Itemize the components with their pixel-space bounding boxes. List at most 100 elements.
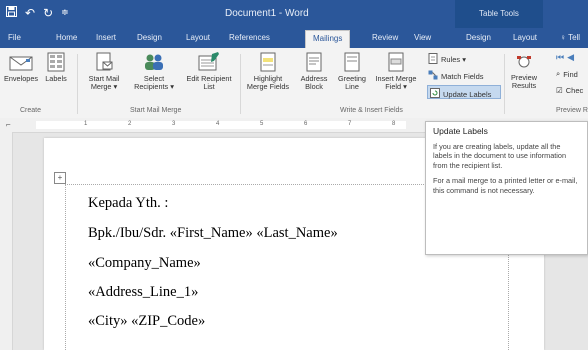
document-line[interactable]: «Company_Name» bbox=[88, 255, 201, 272]
ruler-tick-label: 1 bbox=[84, 121, 88, 127]
address-block-button[interactable]: Address Block bbox=[297, 52, 331, 91]
tab-layout[interactable]: Layout bbox=[186, 33, 210, 42]
tab-review[interactable]: Review bbox=[372, 33, 398, 42]
recipients-icon bbox=[143, 52, 165, 72]
document-line[interactable]: «City» «ZIP_Code» bbox=[88, 313, 205, 330]
tab-mailings[interactable]: Mailings bbox=[305, 30, 351, 48]
lightbulb-icon: ♀ bbox=[560, 33, 566, 42]
first-record-button[interactable]: ⏮ ◀ bbox=[556, 52, 574, 63]
preview-results-button[interactable]: Preview Results bbox=[506, 53, 542, 90]
ruler-tick-label: 5 bbox=[260, 121, 264, 127]
vertical-ruler[interactable] bbox=[0, 132, 13, 350]
greeting-line-icon bbox=[343, 52, 361, 72]
find-label: Find bbox=[563, 69, 578, 79]
edit-list-icon bbox=[198, 52, 220, 72]
document-line[interactable]: Bpk./Ibu/Sdr. «First_Name» «Last_Name» bbox=[88, 225, 338, 242]
group-separator bbox=[240, 54, 241, 114]
match-fields-icon bbox=[428, 70, 438, 82]
ruler-tick-label: 8 bbox=[392, 121, 396, 127]
edit-recipient-list-label: Edit Recipient List bbox=[186, 74, 232, 91]
tab-table-layout[interactable]: Layout bbox=[513, 33, 537, 42]
check-errors-button[interactable]: ☑ Chec bbox=[556, 86, 583, 95]
undo-icon[interactable]: ↶ bbox=[25, 6, 35, 20]
address-block-icon bbox=[305, 52, 323, 72]
check-label: Chec bbox=[565, 86, 584, 95]
match-fields-label: Match Fields bbox=[441, 71, 484, 81]
save-icon[interactable] bbox=[6, 5, 17, 20]
labels-icon bbox=[46, 52, 66, 72]
address-block-label: Address Block bbox=[300, 74, 328, 91]
mail-merge-icon bbox=[94, 52, 114, 72]
insert-merge-field-label: Insert Merge Field ▾ bbox=[375, 74, 417, 91]
insert-field-icon bbox=[387, 52, 405, 72]
insert-merge-field-button[interactable]: Insert Merge Field ▾ bbox=[371, 52, 421, 91]
write-insert-group-label: Write & Insert Fields bbox=[340, 107, 403, 114]
select-recipients-button[interactable]: Select Recipients ▾ bbox=[128, 52, 180, 91]
ruler-tick-label: 3 bbox=[172, 121, 176, 127]
tab-file[interactable]: File bbox=[8, 33, 21, 42]
table-tools-context: Table Tools bbox=[455, 0, 543, 28]
rules-button[interactable]: Rules ▾ bbox=[428, 53, 466, 66]
tooltip-title: Update Labels bbox=[433, 126, 488, 136]
tab-references[interactable]: References bbox=[229, 33, 270, 42]
start-mail-merge-group-label: Start Mail Merge bbox=[130, 107, 182, 114]
tab-insert[interactable]: Insert bbox=[96, 33, 116, 42]
ruler-tick-label: 6 bbox=[304, 121, 308, 127]
highlight-fields-icon bbox=[259, 52, 277, 72]
find-recipient-button[interactable]: ⌕ Find bbox=[556, 69, 578, 79]
update-labels-label: Update Labels bbox=[443, 89, 492, 99]
rules-icon bbox=[428, 53, 438, 66]
update-labels-icon bbox=[430, 88, 440, 100]
envelopes-button[interactable]: Envelopes bbox=[3, 54, 39, 83]
greeting-line-button[interactable]: Greeting Line bbox=[334, 52, 370, 91]
ruler-tick-label: 2 bbox=[128, 121, 132, 127]
greeting-line-label: Greeting Line bbox=[338, 74, 366, 91]
highlight-merge-fields-button[interactable]: Highlight Merge Fields bbox=[244, 52, 292, 91]
ribbon-tabs: File Home Insert Design Layout Reference… bbox=[0, 28, 588, 48]
title-bar: ↶ ↻ ≑ Document1 - Word Table Tools bbox=[0, 0, 588, 28]
table-tools-label: Table Tools bbox=[479, 9, 519, 18]
group-separator bbox=[77, 54, 78, 114]
start-mail-merge-button[interactable]: Start Mail Merge ▾ bbox=[84, 52, 124, 91]
table-move-handle-icon[interactable]: + bbox=[54, 172, 66, 184]
match-fields-button[interactable]: Match Fields bbox=[428, 70, 484, 82]
tooltip-paragraph: For a mail merge to a printed letter or … bbox=[433, 176, 578, 195]
preview-results-label: Preview Results bbox=[511, 73, 537, 90]
labels-button[interactable]: Labels bbox=[40, 52, 72, 83]
preview-icon bbox=[513, 53, 535, 71]
tooltip-paragraph: If you are creating labels, update all t… bbox=[433, 142, 567, 170]
tab-table-design[interactable]: Design bbox=[466, 33, 491, 42]
select-recipients-label: Select Recipients ▾ bbox=[134, 74, 174, 91]
ruler-tick-label: 4 bbox=[216, 121, 220, 127]
tab-design[interactable]: Design bbox=[137, 33, 162, 42]
document-title: Document1 - Word bbox=[225, 8, 309, 19]
tell-me-label: Tell bbox=[568, 33, 581, 42]
group-separator bbox=[504, 54, 505, 114]
first-record-icon: ⏮ bbox=[556, 52, 565, 62]
redo-icon[interactable]: ↻ bbox=[43, 6, 53, 20]
quick-access-toolbar: ↶ ↻ ≑ bbox=[6, 5, 69, 20]
previous-record-icon[interactable]: ◀ bbox=[567, 52, 574, 63]
ruler-tick-label: 7 bbox=[348, 121, 352, 127]
find-icon: ⌕ bbox=[556, 69, 561, 78]
start-mail-merge-label: Start Mail Merge ▾ bbox=[88, 74, 120, 91]
document-line[interactable]: Kepada Yth. : bbox=[88, 195, 168, 212]
update-labels-tooltip: Update Labels If you are creating labels… bbox=[425, 121, 588, 255]
labels-label: Labels bbox=[45, 74, 67, 83]
tab-tell-me[interactable]: ♀ Tell bbox=[560, 33, 580, 42]
document-line[interactable]: «Address_Line_1» bbox=[88, 284, 198, 301]
ribbon: Envelopes Labels Create Start Mail Merge… bbox=[0, 48, 588, 119]
envelope-icon bbox=[9, 54, 33, 72]
create-group-label: Create bbox=[20, 107, 42, 114]
rules-label: Rules ▾ bbox=[441, 55, 467, 64]
tab-home[interactable]: Home bbox=[56, 33, 77, 42]
customize-qat-icon[interactable]: ≑ bbox=[61, 7, 69, 18]
tab-view[interactable]: View bbox=[414, 33, 431, 42]
highlight-merge-fields-label: Highlight Merge Fields bbox=[246, 74, 290, 91]
check-icon: ☑ bbox=[556, 86, 563, 95]
table-border bbox=[65, 184, 66, 350]
update-labels-button[interactable]: Update Labels bbox=[430, 88, 491, 100]
preview-group-label: Preview R bbox=[556, 107, 588, 114]
edit-recipient-list-button[interactable]: Edit Recipient List bbox=[182, 52, 236, 91]
tab-selector-icon[interactable]: ⌐ bbox=[6, 120, 11, 129]
